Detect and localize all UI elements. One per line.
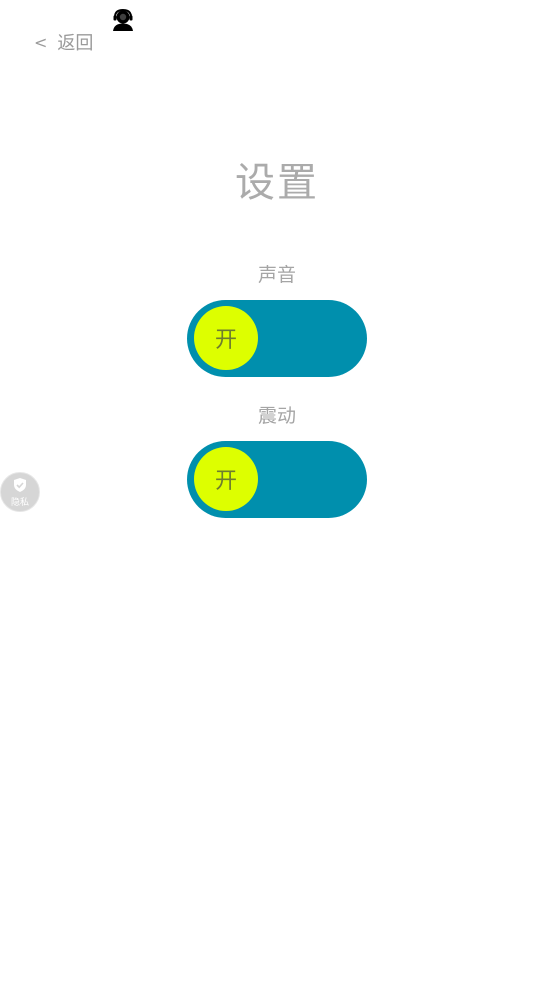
vibration-label: 震动 bbox=[257, 405, 296, 427]
vibration-toggle-state: 开 bbox=[214, 469, 237, 494]
sound-toggle[interactable]: 开 bbox=[187, 300, 367, 377]
back-button[interactable]: < 返回 bbox=[34, 29, 93, 55]
privacy-button[interactable]: 隐私 bbox=[0, 472, 40, 512]
vibration-toggle-knob: 开 bbox=[194, 447, 258, 511]
vibration-toggle[interactable]: 开 bbox=[187, 441, 367, 518]
shield-icon bbox=[12, 477, 28, 497]
page-title: 设置 bbox=[235, 160, 319, 206]
sound-toggle-knob: 开 bbox=[194, 306, 258, 370]
customer-service-icon[interactable] bbox=[112, 8, 134, 31]
sound-toggle-state: 开 bbox=[214, 328, 237, 353]
privacy-label: 隐私 bbox=[10, 497, 29, 508]
back-label: 返回 bbox=[57, 33, 94, 54]
chevron-left-icon: < bbox=[34, 32, 48, 52]
sound-label: 声音 bbox=[257, 264, 296, 286]
